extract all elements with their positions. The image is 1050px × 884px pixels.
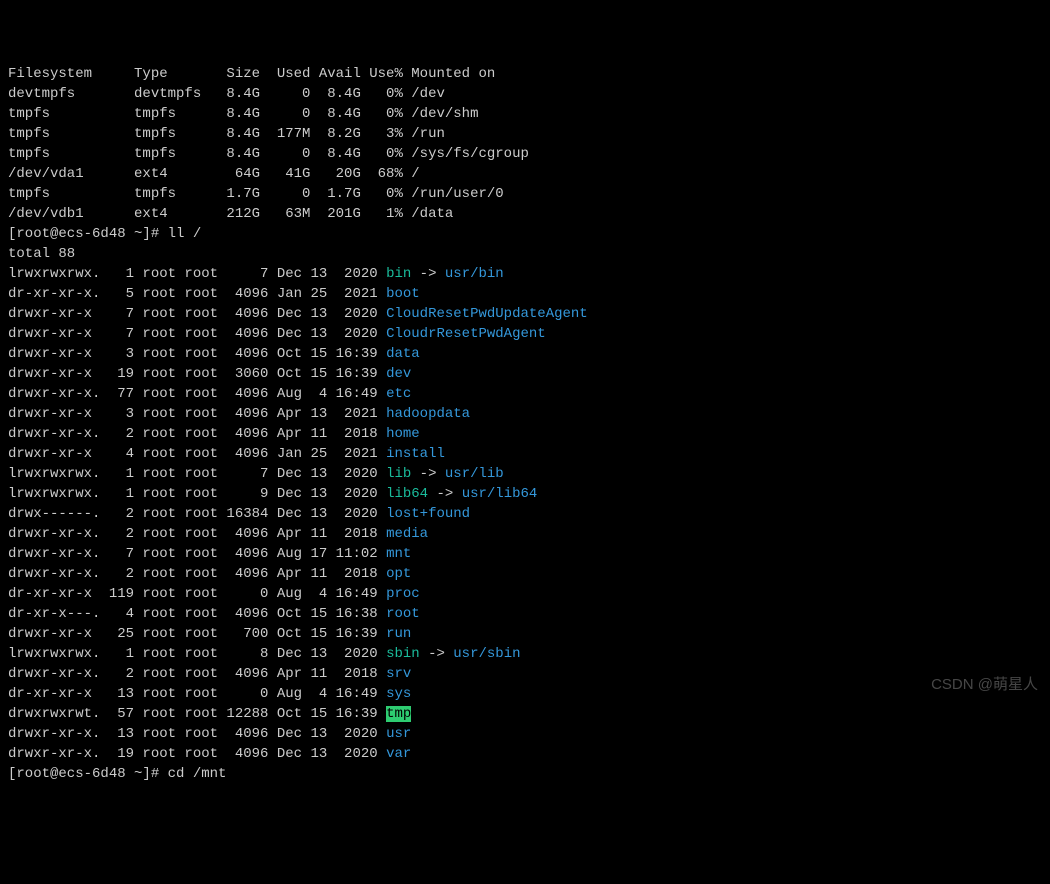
watermark: CSDN @萌星人: [931, 675, 1038, 695]
file-name: sbin: [386, 646, 420, 662]
file-name: etc: [386, 386, 411, 402]
file-name: hadoopdata: [386, 406, 470, 422]
file-name: lib64: [386, 486, 428, 502]
file-name: proc: [386, 586, 420, 602]
file-name: CloudrResetPwdAgent: [386, 326, 546, 342]
file-name: run: [386, 626, 411, 642]
file-name: mnt: [386, 546, 411, 562]
file-name: lost+found: [386, 506, 470, 522]
file-name: boot: [386, 286, 420, 302]
file-name: data: [386, 346, 420, 362]
link-target: usr/sbin: [453, 646, 520, 662]
file-name: srv: [386, 666, 411, 682]
file-name: var: [386, 746, 411, 762]
file-name: root: [386, 606, 420, 622]
link-target: usr/bin: [445, 266, 504, 282]
file-name: usr: [386, 726, 411, 742]
file-name: home: [386, 426, 420, 442]
file-name: CloudResetPwdUpdateAgent: [386, 306, 588, 322]
file-name: tmp: [386, 706, 411, 722]
file-name: install: [386, 446, 445, 462]
file-name: opt: [386, 566, 411, 582]
link-target: usr/lib: [445, 466, 504, 482]
file-name: bin: [386, 266, 411, 282]
link-target: usr/lib64: [462, 486, 538, 502]
terminal-output[interactable]: Filesystem Type Size Used Avail Use% Mou…: [8, 64, 1042, 784]
file-name: dev: [386, 366, 411, 382]
file-name: sys: [386, 686, 411, 702]
file-name: lib: [386, 466, 411, 482]
file-name: media: [386, 526, 428, 542]
